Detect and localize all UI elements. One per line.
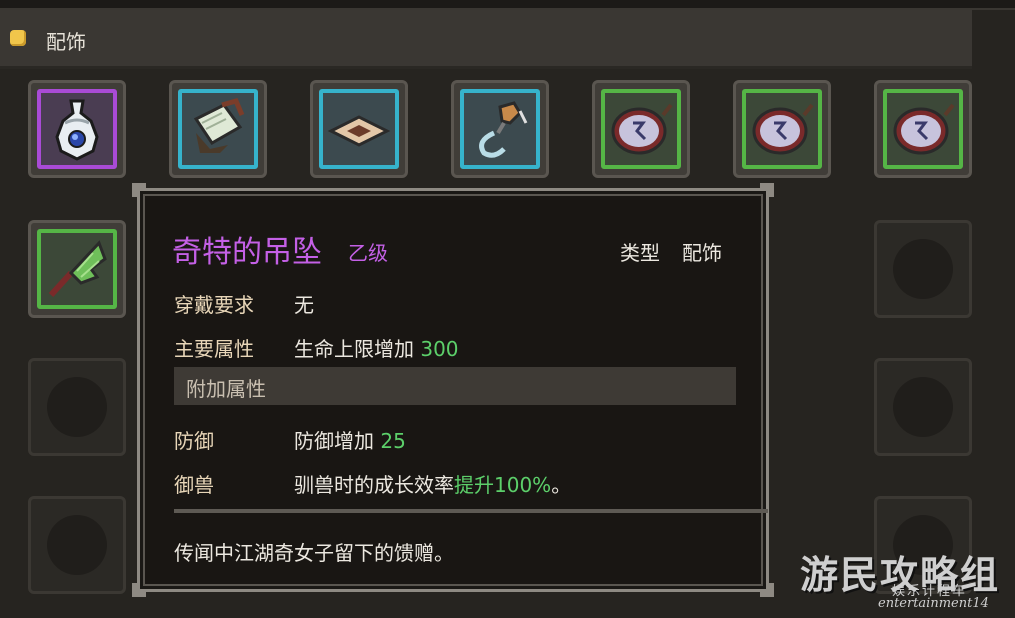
main-attribute-label: 主要属性: [174, 337, 254, 361]
requirement-label: 穿戴要求: [174, 293, 254, 317]
item-type-label: 类型: [620, 241, 660, 265]
extra-attributes-title: 附加属性: [186, 377, 266, 401]
defense-number: 25: [380, 429, 406, 453]
taming-highlight: 提升100%: [454, 473, 552, 497]
main-attribute-text: 生命上限增加: [294, 337, 414, 361]
mirror-icon: [611, 103, 673, 155]
main-attribute-number: 300: [420, 337, 459, 361]
main-attribute-value: 生命上限增加 300: [294, 333, 459, 362]
item-description: 传闻中江湖奇女子留下的馈赠。: [174, 541, 454, 565]
item-tooltip: 奇特的吊坠 乙级 类型 配饰 穿戴要求 无 主要属性 生命上限增加 300 附加…: [132, 183, 774, 597]
item-type-value: 配饰: [682, 241, 722, 265]
inventory-slot-mirror-1[interactable]: [592, 80, 690, 178]
inventory-slot-hook[interactable]: [451, 80, 549, 178]
inventory-slot-mirror-3[interactable]: [874, 80, 972, 178]
defense-label: 防御: [174, 429, 214, 453]
pendant-icon: [55, 99, 99, 161]
taming-label: 御兽: [174, 473, 214, 497]
inventory-slot-empty[interactable]: [28, 496, 126, 594]
inventory-slot-scroll[interactable]: [169, 80, 267, 178]
extra-attributes-header: 附加属性: [174, 367, 736, 405]
top-edge: [0, 0, 1015, 10]
item-name: 奇特的吊坠: [172, 235, 322, 270]
watermark-en: entertainment14: [878, 596, 989, 611]
coin-icon: [10, 30, 26, 46]
watermark: 游民攻略组 娱乐计程车 entertainment14: [800, 544, 1000, 611]
scroll-icon: [193, 97, 245, 153]
category-header: 配饰: [0, 10, 972, 69]
inventory-slot-herb[interactable]: [28, 220, 126, 318]
inventory-slot-mirror-2[interactable]: [733, 80, 831, 178]
taming-value: 驯兽时的成长效率提升100%。: [294, 469, 571, 498]
inventory-slot-empty[interactable]: [874, 220, 972, 318]
item-grade: 乙级: [348, 241, 388, 265]
inventory-slot-empty[interactable]: [874, 358, 972, 456]
inventory-slot-pendant[interactable]: [28, 80, 126, 178]
category-title: 配饰: [46, 30, 86, 54]
inventory-slot-empty[interactable]: [28, 358, 126, 456]
mirror-icon: [893, 103, 955, 155]
mirror-icon: [752, 103, 814, 155]
defense-value: 防御增加 25: [294, 425, 406, 454]
hook-icon: [479, 101, 528, 158]
defense-text: 防御增加: [294, 429, 374, 453]
taming-suffix: 。: [551, 473, 572, 497]
cloth-icon: [327, 115, 391, 147]
tooltip-divider: [174, 509, 768, 513]
taming-text: 驯兽时的成长效率: [294, 473, 454, 497]
herb-bundle-icon: [48, 240, 107, 298]
inventory-slot-cloth[interactable]: [310, 80, 408, 178]
requirement-value: 无: [294, 293, 314, 317]
